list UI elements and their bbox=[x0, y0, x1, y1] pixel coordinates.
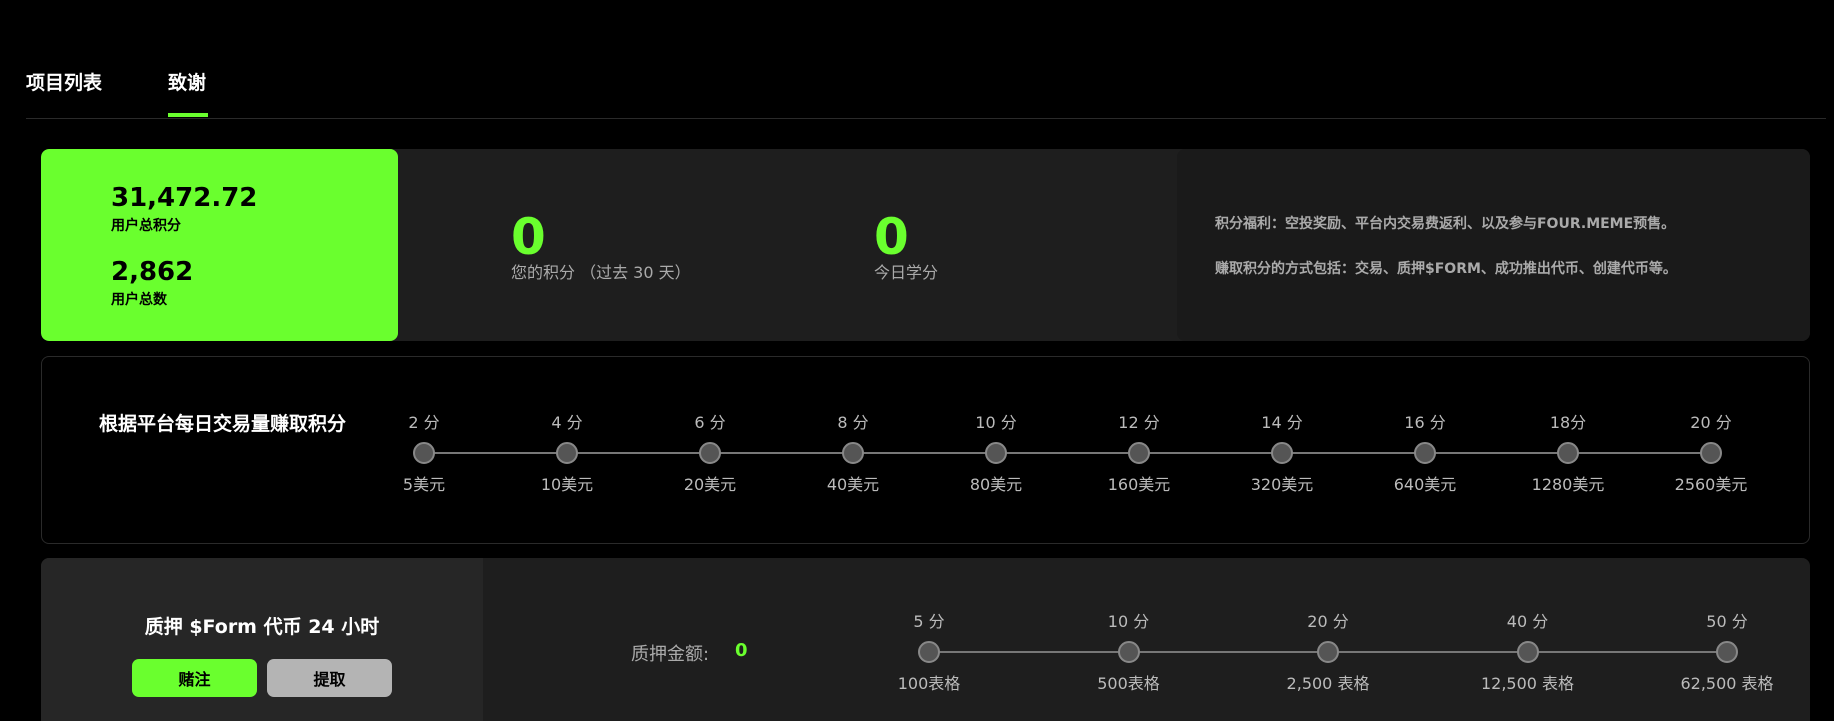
active-tab-indicator bbox=[168, 113, 208, 117]
volume-tier-points-label: 20 分 bbox=[1690, 413, 1732, 432]
stake-tier-points-label: 20 分 bbox=[1307, 612, 1349, 631]
stake-tier-node bbox=[918, 641, 940, 663]
volume-tier-node bbox=[413, 442, 435, 464]
today-points-label: 今日学分 bbox=[874, 263, 939, 282]
volume-points-panel: 根据平台每日交易量赚取积分 2 分 5美元 4 分 10美元 6 分 20美元 8 分 40美… bbox=[41, 356, 1810, 544]
stake-tier-points-label: 50 分 bbox=[1706, 612, 1748, 631]
staking-panel: 质押 $Form 代币 24 小时 赌注 提取 质押金额: 0 5 分 100表格… bbox=[41, 558, 1810, 721]
stake-tier-node bbox=[1716, 641, 1738, 663]
staked-amount-label: 质押金额: bbox=[631, 644, 710, 665]
volume-tier-node bbox=[842, 442, 864, 464]
volume-tier-node bbox=[699, 442, 721, 464]
volume-tier-node bbox=[1128, 442, 1150, 464]
volume-tier-points-label: 12 分 bbox=[1118, 413, 1160, 432]
volume-tier-points-label: 10 分 bbox=[975, 413, 1017, 432]
withdraw-button[interactable]: 提取 bbox=[267, 659, 392, 697]
volume-tier-amount-label: 1280美元 bbox=[1531, 475, 1605, 494]
volume-tier-node bbox=[985, 442, 1007, 464]
points-info-box: 积分福利：空投奖励、平台内交易费返利、以及参与FOUR.MEME预售。 赚取积分… bbox=[1177, 149, 1810, 341]
volume-tier-node bbox=[1557, 442, 1579, 464]
your-points-label: 您的积分 （过去 30 天） bbox=[511, 263, 691, 282]
volume-tier-amount-label: 5美元 bbox=[402, 475, 446, 494]
volume-tier-amount-label: 2560美元 bbox=[1674, 475, 1748, 494]
volume-tier-amount-label: 320美元 bbox=[1250, 475, 1314, 494]
points-summary-panel: 31,472.72 用户总积分 2,862 用户总数 0 您的积分 （过去 30… bbox=[41, 149, 1810, 341]
stake-tier-amount-label: 100表格 bbox=[897, 674, 961, 693]
tab-bar: 项目列表 致谢 bbox=[26, 0, 1826, 119]
volume-tier-points-label: 16 分 bbox=[1404, 413, 1446, 432]
volume-tier-node bbox=[1414, 442, 1436, 464]
volume-tier-points-label: 6 分 bbox=[694, 413, 726, 432]
stake-tier-node bbox=[1117, 641, 1140, 663]
volume-tier-amount-label: 20美元 bbox=[683, 475, 737, 494]
stake-tier-node bbox=[1516, 641, 1539, 663]
volume-tier-amount-label: 640美元 bbox=[1393, 475, 1457, 494]
points-benefits-text: 积分福利：空投奖励、平台内交易费返利、以及参与FOUR.MEME预售。 bbox=[1215, 216, 1676, 232]
volume-tier-track bbox=[424, 452, 1711, 454]
stake-tier-amount-label: 500表格 bbox=[1097, 674, 1160, 693]
bet-button[interactable]: 赌注 bbox=[132, 659, 257, 697]
volume-tier-amount-label: 80美元 bbox=[969, 475, 1023, 494]
tab-project-list[interactable]: 项目列表 bbox=[26, 68, 102, 95]
volume-tier-points-label: 14 分 bbox=[1261, 413, 1303, 432]
volume-tier-node bbox=[1271, 442, 1293, 464]
volume-tier-amount-label: 10美元 bbox=[540, 475, 594, 494]
stake-tier-node bbox=[1317, 641, 1339, 663]
points-earning-methods-text: 赚取积分的方式包括：交易、质押$FORM、成功推出代币、创建代币等。 bbox=[1215, 261, 1677, 277]
staking-actions: 质押 $Form 代币 24 小时 赌注 提取 bbox=[41, 558, 483, 721]
global-stats-card: 31,472.72 用户总积分 2,862 用户总数 bbox=[41, 149, 398, 341]
total-points-label: 用户总积分 bbox=[111, 218, 181, 234]
today-points-value: 0 bbox=[874, 208, 909, 266]
volume-tier-node bbox=[556, 442, 578, 464]
total-users-value: 2,862 bbox=[111, 257, 194, 287]
stake-tier-points-label: 5 分 bbox=[913, 612, 945, 631]
volume-tier-points-label: 8 分 bbox=[837, 413, 869, 432]
stake-tier-amount-label: 2,500 表格 bbox=[1286, 674, 1370, 693]
tab-acknowledgements[interactable]: 致谢 bbox=[168, 68, 206, 95]
stake-tier-points-label: 40 分 bbox=[1506, 612, 1549, 631]
volume-tier-node bbox=[1700, 442, 1722, 464]
volume-tier-points-label: 2 分 bbox=[408, 413, 440, 432]
staking-title: 质押 $Form 代币 24 小时 bbox=[144, 616, 380, 638]
volume-tier-amount-label: 160美元 bbox=[1107, 475, 1171, 494]
stake-tier-points-label: 10 分 bbox=[1107, 612, 1150, 631]
volume-tier-points-label: 4 分 bbox=[551, 413, 583, 432]
volume-tier-amount-label: 40美元 bbox=[826, 475, 880, 494]
volume-tier-points-label: 18分 bbox=[1549, 413, 1587, 432]
total-users-label: 用户总数 bbox=[111, 292, 167, 308]
total-points-value: 31,472.72 bbox=[111, 183, 258, 213]
stake-tier-amount-label: 12,500 表格 bbox=[1480, 674, 1575, 693]
volume-section-title: 根据平台每日交易量赚取积分 bbox=[99, 413, 347, 435]
staked-amount-value: 0 bbox=[735, 640, 748, 661]
your-points-value: 0 bbox=[511, 208, 546, 266]
stake-tier-amount-label: 62,500 表格 bbox=[1680, 674, 1774, 693]
